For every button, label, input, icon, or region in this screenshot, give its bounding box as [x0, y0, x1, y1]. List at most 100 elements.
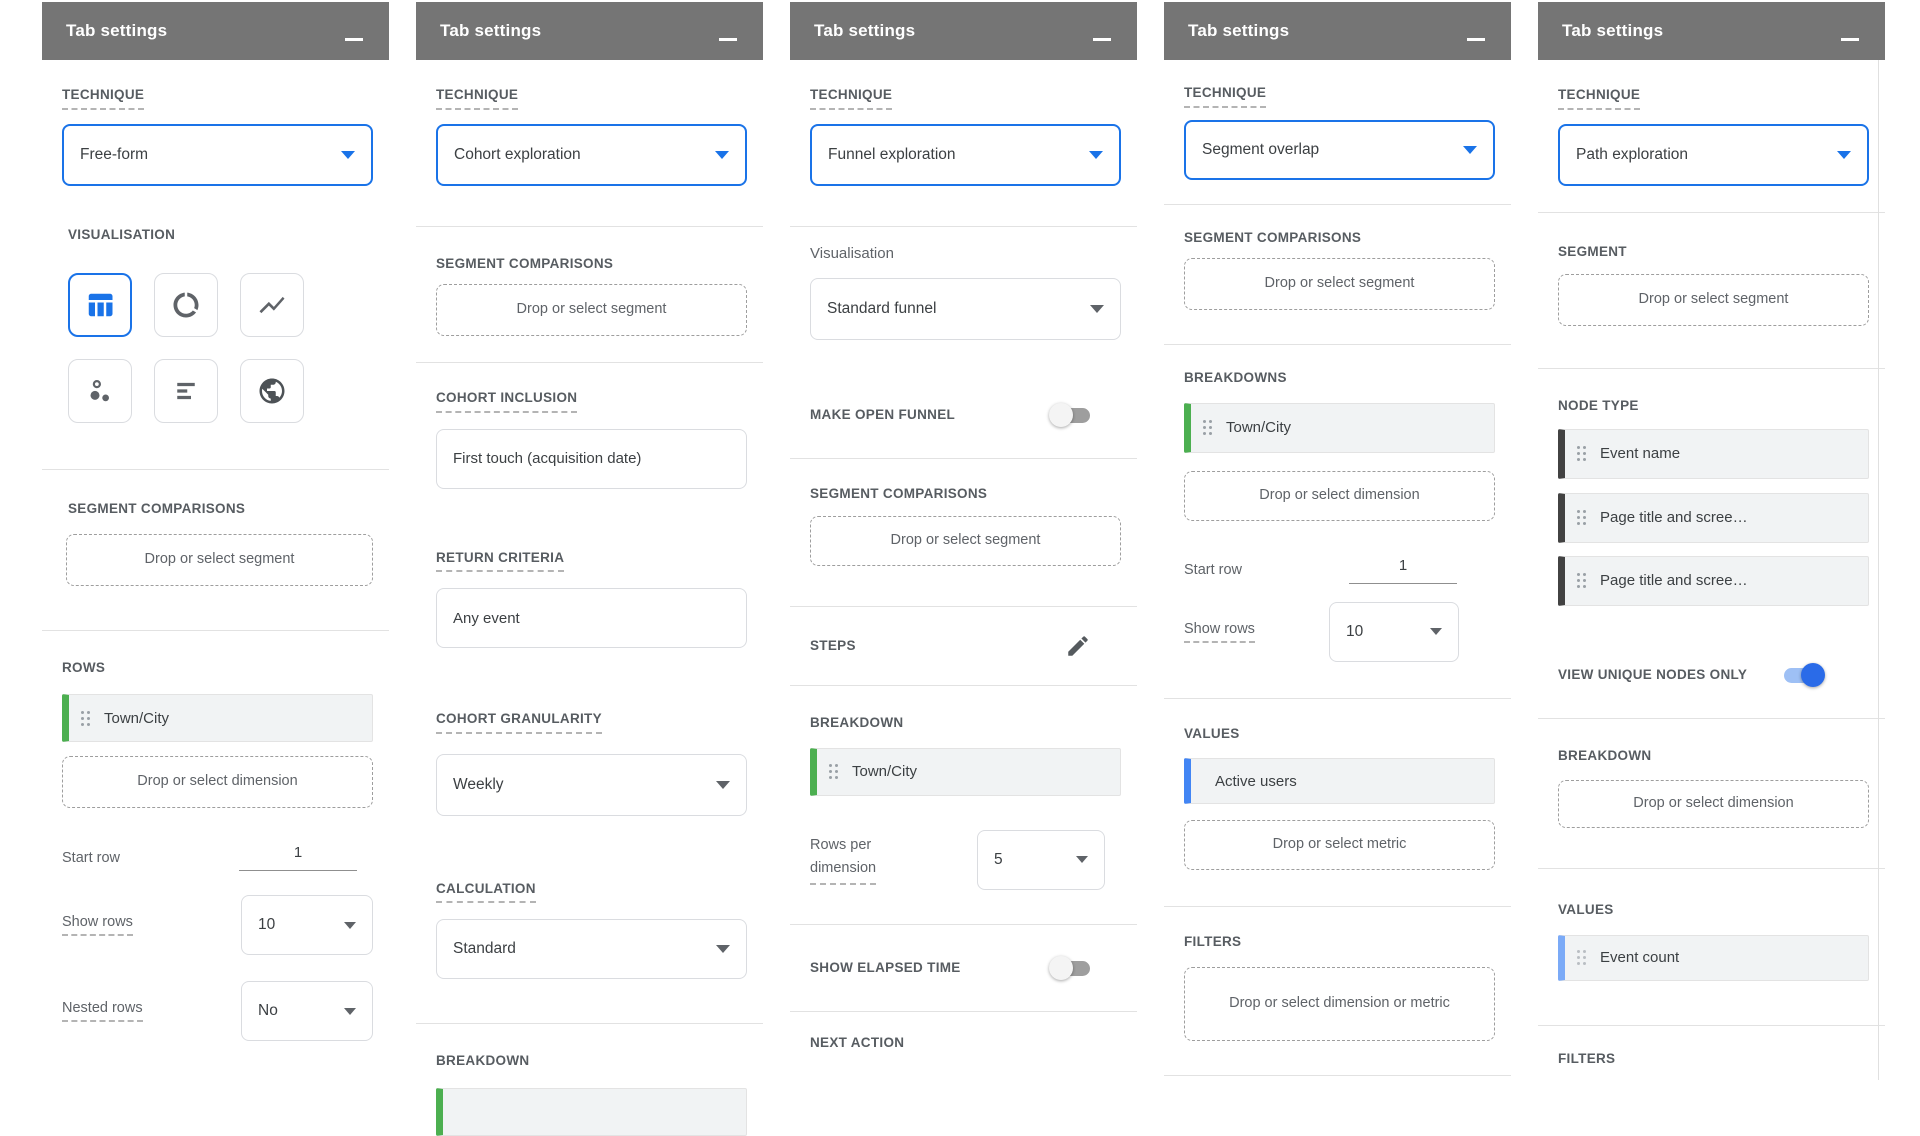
visualisation-value: Standard funnel [827, 299, 937, 317]
bar-list-icon [171, 376, 201, 406]
segment-drop-zone[interactable]: Drop or select segment [810, 516, 1121, 567]
dimension-drop-zone[interactable]: Drop or select dimension [1558, 780, 1869, 829]
tab-settings-panels: Tab settings TECHNIQUE Free-form VISUALI… [0, 0, 1920, 1136]
show-elapsed-time-toggle[interactable] [1049, 955, 1095, 981]
viz-bar-list-button[interactable] [154, 359, 218, 424]
metric-drop-zone[interactable]: Drop or select metric [1184, 820, 1495, 871]
tab-settings-panel-path: Tab settings TECHNIQUE Path exploration … [1538, 2, 1885, 1067]
minimize-icon[interactable] [1093, 37, 1111, 41]
breakdown-label: BREAKDOWN [436, 1053, 530, 1069]
caret-down-icon [1837, 150, 1851, 159]
tab-settings-panel-segment-overlap: Tab settings TECHNIQUE Segment overlap S… [1164, 2, 1511, 1076]
calculation-select[interactable]: Standard [436, 919, 747, 980]
return-criteria-select[interactable]: Any event [436, 588, 747, 649]
chip-label: Town/City [852, 763, 918, 781]
minimize-icon[interactable] [345, 37, 363, 41]
viz-geo-map-button[interactable] [240, 359, 304, 424]
tab-settings-panel-cohort: Tab settings TECHNIQUE Cohort exploratio… [416, 2, 763, 1136]
values-label: VALUES [1558, 902, 1614, 918]
technique-value: Free-form [80, 145, 149, 163]
drag-handle-icon [1576, 509, 1587, 526]
drag-handle-icon [1202, 419, 1213, 436]
segment-drop-zone[interactable]: Drop or select segment [66, 533, 373, 586]
technique-select[interactable]: Funnel exploration [810, 123, 1121, 186]
show-rows-select[interactable]: 10 [1329, 601, 1459, 662]
technique-select[interactable]: Cohort exploration [436, 123, 747, 186]
cohort-inclusion-select[interactable]: First touch (acquisition date) [436, 428, 747, 489]
technique-label: TECHNIQUE [1184, 84, 1495, 108]
chip-label: Page title and scree… [1600, 509, 1748, 527]
technique-select[interactable]: Path exploration [1558, 123, 1869, 186]
breakdown-chip-cutoff[interactable] [436, 1087, 747, 1136]
caret-down-icon [1076, 856, 1088, 864]
segment-drop-zone[interactable]: Drop or select segment [1558, 274, 1869, 327]
divider [1164, 906, 1511, 908]
divider [42, 629, 389, 631]
technique-select[interactable]: Segment overlap [1184, 119, 1495, 180]
edit-steps-button[interactable] [1065, 633, 1091, 659]
donut-chart-icon [171, 290, 201, 320]
node-type-chip[interactable]: Page title and scree… [1558, 492, 1869, 543]
segment-comparisons-label: SEGMENT COMPARISONS [68, 501, 246, 517]
value-metric-chip[interactable]: Active users [1184, 758, 1495, 805]
dimension-drop-zone[interactable]: Drop or select dimension [1184, 470, 1495, 521]
show-rows-label: Show rows [1184, 621, 1255, 643]
panel-title: Tab settings [1188, 21, 1290, 40]
nested-rows-label: Nested rows [62, 1000, 143, 1023]
segment-drop-zone[interactable]: Drop or select segment [1184, 258, 1495, 311]
breakdown-dimension-chip[interactable]: Town/City [810, 747, 1121, 796]
rows-per-dimension-value: 5 [994, 850, 1003, 868]
value-metric-chip[interactable]: Event count [1558, 934, 1869, 981]
viz-table-button[interactable] [68, 273, 132, 338]
segment-drop-zone[interactable]: Drop or select segment [436, 284, 747, 337]
row-dimension-chip[interactable]: Town/City [62, 694, 373, 743]
rows-per-dimension-select[interactable]: 5 [977, 829, 1105, 890]
caret-down-icon [1463, 145, 1477, 154]
tab-settings-panel-funnel: Tab settings TECHNIQUE Funnel exploratio… [790, 2, 1137, 1051]
node-type-chip[interactable]: Event name [1558, 428, 1869, 479]
panel-header: Tab settings [42, 2, 389, 60]
node-type-chip[interactable]: Page title and scree… [1558, 555, 1869, 606]
minimize-icon[interactable] [1841, 37, 1859, 41]
technique-select[interactable]: Free-form [62, 123, 373, 186]
technique-value: Cohort exploration [454, 145, 581, 163]
granularity-value: Weekly [453, 775, 504, 793]
minimize-icon[interactable] [719, 37, 737, 41]
dimension-drop-zone[interactable]: Drop or select dimension [62, 756, 373, 809]
scatter-icon [85, 376, 115, 406]
viz-scatter-button[interactable] [68, 359, 132, 424]
filter-drop-zone[interactable]: Drop or select dimension or metric [1184, 966, 1495, 1041]
divider [790, 685, 1137, 687]
start-row-input[interactable]: 1 [239, 844, 357, 872]
technique-label: TECHNIQUE [810, 86, 1121, 110]
breakdown-label: BREAKDOWN [810, 715, 904, 731]
caret-down-icon [344, 921, 356, 929]
values-label: VALUES [1184, 725, 1240, 741]
visualisation-picker [68, 273, 373, 424]
caret-down-icon [1430, 628, 1442, 636]
start-row-input[interactable]: 1 [1349, 557, 1457, 584]
viz-line-chart-button[interactable] [240, 273, 304, 338]
segment-label: SEGMENT [1558, 243, 1627, 259]
technique-label: TECHNIQUE [62, 86, 373, 110]
funnel-visualisation-select[interactable]: Standard funnel [810, 277, 1121, 340]
divider [1538, 868, 1885, 870]
panel-header: Tab settings [790, 2, 1137, 60]
nested-rows-select[interactable]: No [241, 981, 373, 1042]
drag-handle-icon [1576, 572, 1587, 589]
viz-donut-button[interactable] [154, 273, 218, 338]
panel-header: Tab settings [1538, 2, 1885, 60]
show-rows-select[interactable]: 10 [241, 895, 373, 956]
breakdown-dimension-chip[interactable]: Town/City [1184, 402, 1495, 453]
chip-label: Page title and scree… [1600, 572, 1748, 590]
divider [790, 1010, 1137, 1012]
view-unique-nodes-toggle[interactable] [1779, 662, 1825, 688]
show-elapsed-time-label: SHOW ELAPSED TIME [810, 959, 961, 975]
cohort-granularity-select[interactable]: Weekly [436, 753, 747, 816]
line-chart-icon [257, 290, 287, 320]
minimize-icon[interactable] [1467, 37, 1485, 41]
rows-per-dimension-label: Rows per dimension [810, 834, 877, 886]
drag-handle-icon [1576, 445, 1587, 462]
show-rows-value: 10 [1346, 622, 1364, 640]
make-open-funnel-toggle[interactable] [1049, 402, 1095, 428]
